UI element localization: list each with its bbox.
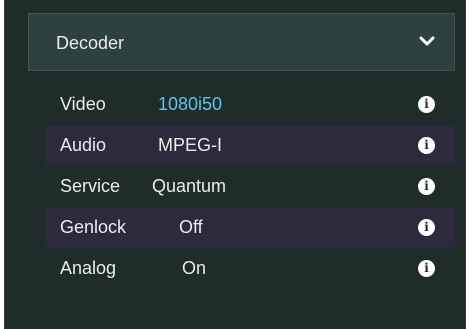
status-list: Video 1080i50 i Audio MPEG-I i Service Q… [45, 85, 455, 290]
status-row-genlock: Genlock Off i [45, 208, 455, 247]
row-value: On [182, 258, 207, 278]
decoder-panel-header[interactable]: Decoder [28, 13, 455, 71]
row-label: Service [60, 176, 121, 196]
row-label: Audio [60, 135, 107, 155]
row-value: MPEG-I [158, 135, 223, 155]
row-value: Off [179, 217, 203, 237]
status-row-analog: Analog On i [45, 249, 455, 288]
row-label: Video [60, 94, 106, 114]
status-row-service: Service Quantum i [45, 167, 455, 206]
info-icon[interactable]: i [418, 96, 435, 113]
row-label: Genlock [60, 217, 127, 237]
chevron-down-icon[interactable] [417, 31, 437, 51]
info-icon[interactable]: i [418, 178, 435, 195]
info-icon[interactable]: i [418, 219, 435, 236]
info-icon[interactable]: i [418, 260, 435, 277]
status-row-video: Video 1080i50 i [45, 85, 455, 124]
panel-title: Decoder [56, 33, 125, 53]
row-value: 1080i50 [158, 94, 223, 114]
info-icon[interactable]: i [418, 137, 435, 154]
status-row-audio: Audio MPEG-I i [45, 126, 455, 165]
row-label: Analog [60, 258, 117, 278]
decoder-panel: Decoder Video 1080i50 i Audio MPEG-I i S… [4, 0, 466, 329]
row-value: Quantum [152, 176, 227, 196]
